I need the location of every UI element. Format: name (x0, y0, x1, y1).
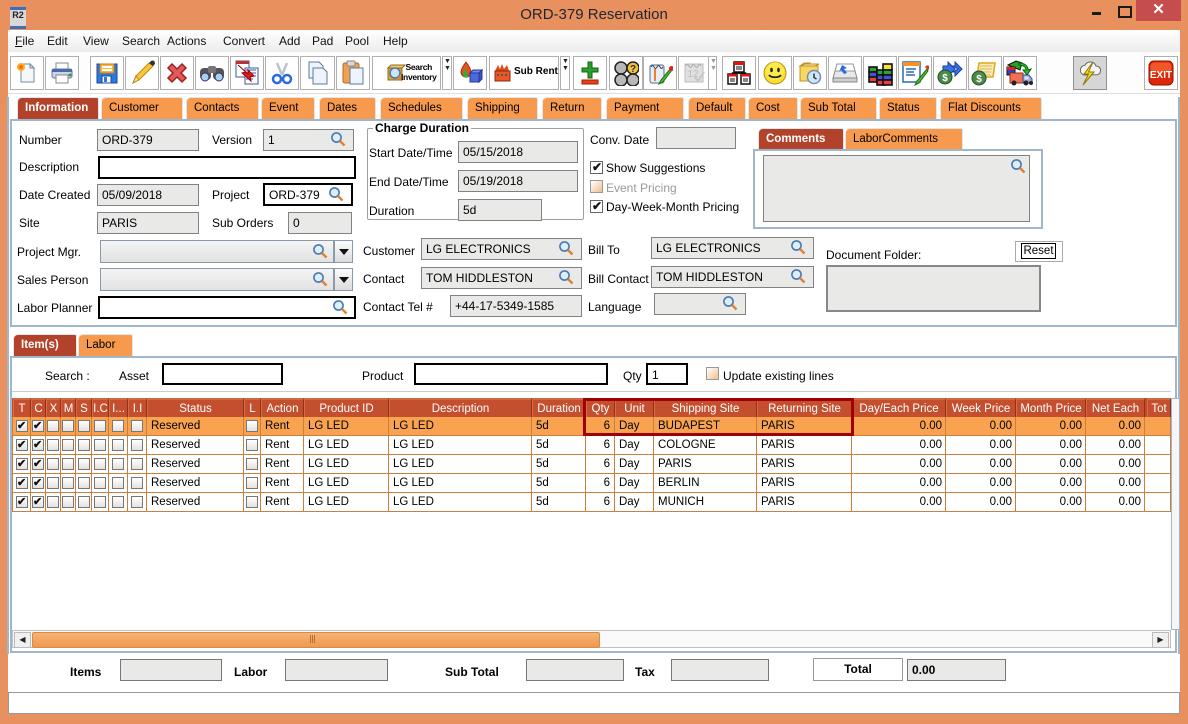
svg-text:$: $ (976, 74, 982, 85)
svg-text:12: 12 (687, 69, 699, 80)
svg-text:?: ? (630, 64, 636, 75)
svg-text:EXIT: EXIT (1150, 70, 1172, 81)
svg-text:$: $ (942, 73, 948, 84)
